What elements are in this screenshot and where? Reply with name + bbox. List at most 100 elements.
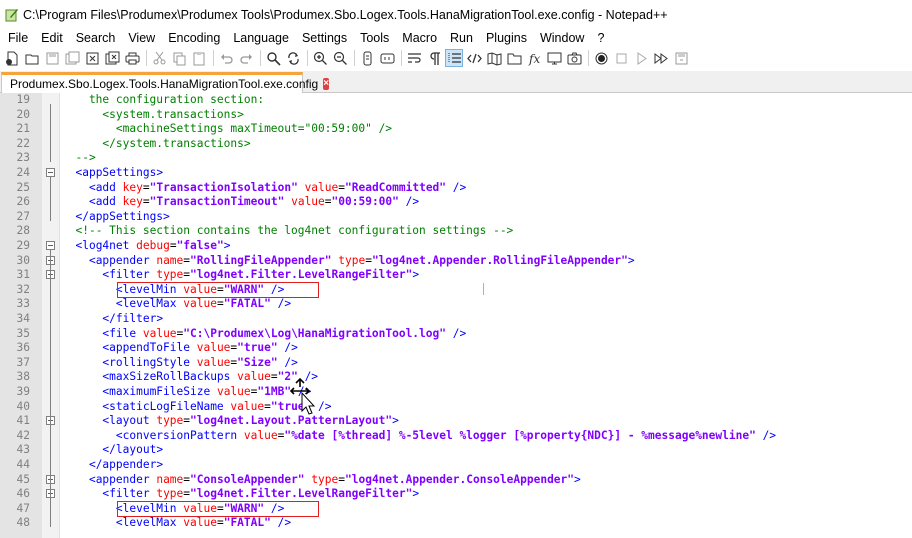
code-text: <appender name="ConsoleAppender" type="l… bbox=[88, 472, 581, 486]
code-line-23[interactable]: 23 --> bbox=[0, 151, 880, 166]
menu-run[interactable]: Run bbox=[443, 30, 479, 47]
save-icon[interactable] bbox=[43, 49, 61, 67]
tab-close-icon[interactable]: × bbox=[323, 78, 330, 90]
code-line-33[interactable]: 33 <levelMax value="FATAL" /> bbox=[0, 297, 880, 312]
menu-bar: File Edit Search View Encoding Language … bbox=[0, 30, 912, 47]
redo-icon[interactable] bbox=[237, 49, 255, 67]
code-editor[interactable]: 19 the configuration section: 20 <system.… bbox=[0, 93, 880, 538]
doc-map-icon[interactable] bbox=[485, 49, 503, 67]
toolbar-separator bbox=[260, 50, 261, 66]
close-icon[interactable] bbox=[83, 49, 101, 67]
open-file-icon[interactable] bbox=[23, 49, 41, 67]
line-number: 42 bbox=[16, 428, 30, 442]
fold-toggle-icon[interactable] bbox=[46, 168, 55, 177]
monitor-icon[interactable] bbox=[545, 49, 563, 67]
code-text: <file value="C:\Produmex\Log\HanaMigrati… bbox=[102, 326, 467, 340]
code-line-45[interactable]: 45 <appender name="ConsoleAppender" type… bbox=[0, 473, 880, 488]
menu-view[interactable]: View bbox=[121, 30, 161, 47]
code-line-35[interactable]: 35 <file value="C:\Produmex\Log\HanaMigr… bbox=[0, 327, 880, 342]
copy-icon[interactable] bbox=[170, 49, 188, 67]
menu-language[interactable]: Language bbox=[226, 30, 295, 47]
word-wrap-icon[interactable] bbox=[405, 49, 423, 67]
menu-plugins[interactable]: Plugins bbox=[479, 30, 533, 47]
line-number: 46 bbox=[16, 487, 30, 501]
cut-icon[interactable] bbox=[150, 49, 168, 67]
indent-guide-icon[interactable] bbox=[445, 49, 463, 67]
code-line-22[interactable]: 22 </system.transactions> bbox=[0, 137, 880, 152]
play-macro-icon[interactable] bbox=[632, 49, 650, 67]
camera-icon[interactable] bbox=[565, 49, 583, 67]
print-icon[interactable] bbox=[123, 49, 141, 67]
line-number: 40 bbox=[16, 399, 30, 413]
menu-macro[interactable]: Macro bbox=[395, 30, 443, 47]
record-macro-icon[interactable] bbox=[592, 49, 610, 67]
code-line-43[interactable]: 43 </layout> bbox=[0, 443, 880, 458]
code-line-20[interactable]: 20 <system.transactions> bbox=[0, 108, 880, 123]
save-all-icon[interactable] bbox=[63, 49, 81, 67]
show-all-chars-icon[interactable] bbox=[425, 49, 443, 67]
code-line-37[interactable]: 37 <rollingStyle value="Size" /> bbox=[0, 356, 880, 371]
toolbar-separator bbox=[213, 50, 214, 66]
fold-guide-line bbox=[50, 250, 51, 528]
code-line-25[interactable]: 25 <add key="TransactionIsolation" value… bbox=[0, 181, 880, 196]
code-line-42[interactable]: 42 <conversionPattern value="%date [%thr… bbox=[0, 429, 880, 444]
code-text: <log4net debug="false"> bbox=[75, 239, 231, 252]
fold-toggle-icon[interactable] bbox=[46, 241, 55, 250]
zoom-out-icon[interactable] bbox=[331, 49, 349, 67]
save-macro-icon[interactable] bbox=[672, 49, 690, 67]
code-line-26[interactable]: 26 <add key="TransactionTimeout" value="… bbox=[0, 195, 880, 210]
code-line-36[interactable]: 36 <appendToFile value="true" /> bbox=[0, 341, 880, 356]
code-line-21[interactable]: 21 <machineSettings maxTimeout="00:59:00… bbox=[0, 122, 880, 137]
find-icon[interactable] bbox=[264, 49, 282, 67]
code-line-44[interactable]: 44 </appender> bbox=[0, 458, 880, 473]
xml-tag-icon[interactable] bbox=[465, 49, 483, 67]
code-line-46[interactable]: 46 <filter type="log4net.Filter.LevelRan… bbox=[0, 487, 880, 502]
code-line-19[interactable]: 19 the configuration section: bbox=[0, 93, 880, 108]
menu-settings[interactable]: Settings bbox=[295, 30, 353, 47]
line-number: 24 bbox=[16, 166, 30, 179]
tab-label: Produmex.Sbo.Logex.Tools.HanaMigrationTo… bbox=[10, 77, 319, 91]
code-text: </layout> bbox=[102, 443, 164, 457]
sync-v-icon[interactable] bbox=[358, 49, 376, 67]
tab-config-file[interactable]: Produmex.Sbo.Logex.Tools.HanaMigrationTo… bbox=[1, 72, 330, 93]
code-line-48[interactable]: 48 <levelMax value="FATAL" /> bbox=[0, 516, 880, 531]
menu-edit[interactable]: Edit bbox=[34, 30, 69, 47]
line-number: 45 bbox=[16, 472, 30, 486]
paste-icon[interactable] bbox=[190, 49, 208, 67]
stop-record-icon[interactable] bbox=[612, 49, 630, 67]
line-number: 27 bbox=[16, 209, 30, 223]
code-line-41[interactable]: 41 <layout type="log4net.Layout.PatternL… bbox=[0, 414, 880, 429]
code-text: <levelMax value="FATAL" /> bbox=[115, 516, 292, 530]
code-line-34[interactable]: 34 </filter> bbox=[0, 312, 880, 327]
run-macro-multiple-icon[interactable] bbox=[652, 49, 670, 67]
menu-help[interactable]: ? bbox=[590, 30, 610, 47]
code-line-31[interactable]: 31 <filter type="log4net.Filter.LevelRan… bbox=[0, 268, 880, 283]
code-line-28[interactable]: 28 <!-- This section contains the log4ne… bbox=[0, 224, 880, 239]
code-text: <filter type="log4net.Filter.LevelRangeF… bbox=[102, 268, 420, 282]
code-text: <filter type="log4net.Filter.LevelRangeF… bbox=[102, 487, 420, 501]
code-line-30[interactable]: 30 <appender name="RollingFileAppender" … bbox=[0, 254, 880, 269]
code-line-38[interactable]: 38 <maxSizeRollBackups value="2" /> bbox=[0, 370, 880, 385]
code-text: </system.transactions> bbox=[62, 136, 251, 150]
zoom-in-icon[interactable] bbox=[311, 49, 329, 67]
menu-file[interactable]: File bbox=[0, 30, 34, 47]
folder-workspace-icon[interactable] bbox=[505, 49, 523, 67]
sync-h-icon[interactable] bbox=[378, 49, 396, 67]
menu-window[interactable]: Window bbox=[533, 30, 590, 47]
code-line-27[interactable]: 27 </appSettings> bbox=[0, 210, 880, 225]
undo-icon[interactable] bbox=[217, 49, 235, 67]
close-all-icon[interactable] bbox=[103, 49, 121, 67]
replace-icon[interactable] bbox=[284, 49, 302, 67]
highlight-box bbox=[117, 281, 319, 299]
code-line-29[interactable]: 29 <log4net debug="false"> bbox=[0, 239, 880, 254]
code-line-39[interactable]: 39 <maximumFileSize value="1MB" /> bbox=[0, 385, 880, 400]
new-file-icon[interactable] bbox=[3, 49, 21, 67]
code-line-40[interactable]: 40 <staticLogFileName value="true" /> bbox=[0, 400, 880, 415]
menu-tools[interactable]: Tools bbox=[353, 30, 395, 47]
menu-search[interactable]: Search bbox=[69, 30, 122, 47]
function-list-icon[interactable]: fx bbox=[525, 49, 543, 67]
menu-encoding[interactable]: Encoding bbox=[161, 30, 226, 47]
svg-text:fx: fx bbox=[528, 52, 540, 66]
line-number: 35 bbox=[16, 326, 30, 340]
code-line-24[interactable]: 24 <appSettings> bbox=[0, 166, 880, 181]
